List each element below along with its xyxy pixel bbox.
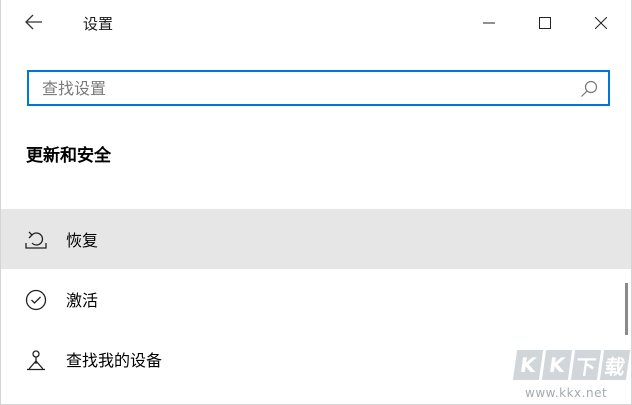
- title-bar: 设置: [1, 0, 631, 46]
- nav-item-recovery[interactable]: 恢复: [1, 209, 631, 269]
- recovery-icon: [25, 231, 47, 249]
- maximize-icon: [539, 17, 551, 29]
- nav-item-activation[interactable]: 激活: [1, 269, 631, 329]
- minimize-icon: [483, 22, 495, 24]
- search-input[interactable]: [29, 72, 569, 104]
- watermark-tile: 载: [599, 350, 631, 380]
- nav-item-label: 恢复: [66, 231, 99, 250]
- activation-icon: [25, 289, 47, 311]
- watermark-tile: K: [512, 350, 544, 380]
- maximize-button[interactable]: [517, 0, 573, 46]
- close-icon: [595, 17, 607, 29]
- settings-window: 设置 更新和安全 恢复: [0, 0, 632, 405]
- back-arrow-icon: [25, 14, 42, 30]
- watermark-url: www.kkx.net: [525, 386, 608, 400]
- section-title: 更新和安全: [26, 146, 111, 166]
- search-icon[interactable]: [580, 80, 598, 98]
- back-button[interactable]: [11, 6, 57, 38]
- nav-item-label: 激活: [66, 291, 99, 310]
- nav-item-label: 查找我的设备: [66, 351, 163, 370]
- close-button[interactable]: [573, 0, 629, 46]
- find-device-icon: [27, 350, 45, 371]
- window-title: 设置: [83, 15, 114, 33]
- watermark: K K 下 载 www.kkx.net: [512, 350, 631, 402]
- watermark-tile: 下: [570, 350, 602, 380]
- search-box: [27, 70, 610, 106]
- scrollbar-thumb[interactable]: [625, 283, 628, 335]
- minimize-button[interactable]: [461, 0, 517, 46]
- watermark-tile: K: [541, 350, 573, 380]
